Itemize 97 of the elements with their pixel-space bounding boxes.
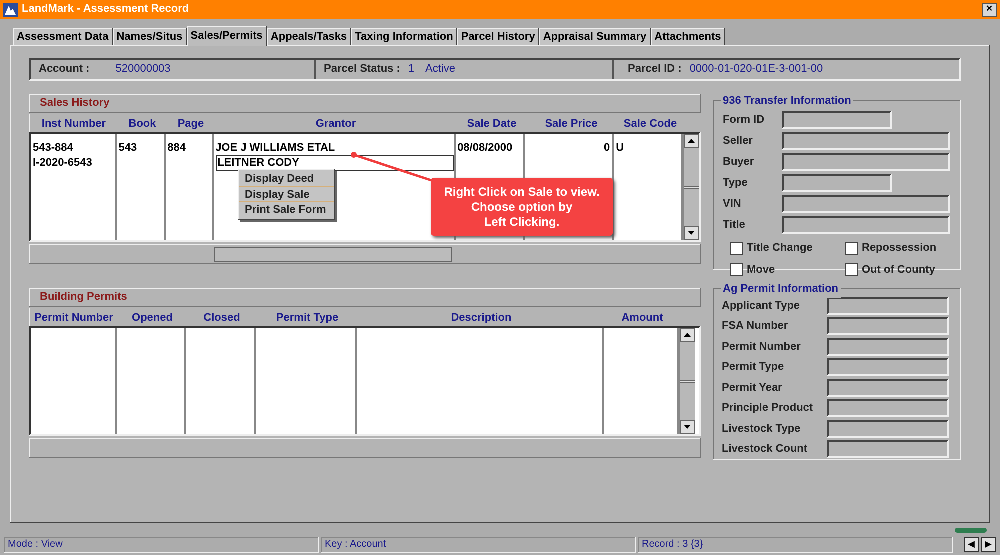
- table-cell: 543-884: [33, 141, 74, 155]
- field-label: VIN: [723, 196, 742, 212]
- field-label: Permit Number: [722, 340, 802, 354]
- scroll-down-icon[interactable]: [680, 420, 695, 434]
- input-field[interactable]: [827, 399, 949, 418]
- input-field[interactable]: [782, 153, 950, 171]
- status-text: Mode : View: [8, 538, 63, 552]
- input-field[interactable]: [827, 440, 949, 458]
- field-label: Applicant Type: [722, 298, 802, 314]
- menu-item[interactable]: Display Deed: [239, 171, 334, 186]
- column-header[interactable]: Inst Number: [42, 118, 106, 130]
- section-title: Sales History: [40, 96, 110, 112]
- field-label: Livestock Count: [722, 442, 809, 457]
- table-cell: I-2020-6543: [33, 156, 92, 170]
- scrollbar[interactable]: [683, 134, 699, 240]
- tab[interactable]: Names/Situs: [112, 28, 187, 45]
- checkbox[interactable]: [845, 242, 858, 255]
- field-label: Account :: [39, 62, 90, 78]
- field-label: Permit Year: [722, 380, 784, 396]
- scroll-up-icon[interactable]: [680, 328, 695, 342]
- column-header[interactable]: Amount: [622, 312, 664, 324]
- field-value: 1: [408, 62, 415, 78]
- input-field[interactable]: [782, 111, 892, 129]
- column-header[interactable]: Closed: [204, 312, 240, 324]
- scrollbar[interactable]: [679, 328, 695, 434]
- field-label: Livestock Type: [722, 422, 802, 436]
- callout-text: Left Clicking.: [484, 214, 560, 230]
- field-label: FSA Number: [722, 319, 790, 334]
- input-field[interactable]: [827, 420, 949, 438]
- tab[interactable]: Attachments: [650, 28, 726, 45]
- section-title: Building Permits: [40, 290, 128, 306]
- next-button[interactable]: ▶: [981, 537, 996, 552]
- callout-text: Choose option by: [471, 200, 573, 214]
- menu-item[interactable]: Display Sale: [239, 186, 334, 202]
- column-header[interactable]: Grantor: [316, 118, 356, 130]
- menu-item[interactable]: Print Sale Form: [239, 202, 334, 218]
- tab[interactable]: Assessment Data: [13, 28, 113, 45]
- tab[interactable]: Parcel History: [457, 28, 540, 45]
- column-header[interactable]: Sale Price: [545, 118, 598, 130]
- field-value: 520000003: [116, 62, 171, 78]
- input-field[interactable]: [782, 216, 950, 234]
- checkbox-label: Repossession: [862, 241, 937, 256]
- close-button[interactable]: ×: [982, 2, 997, 16]
- input-field[interactable]: [827, 378, 949, 397]
- app-logo-icon: [3, 2, 18, 16]
- table-cell: 884: [168, 141, 186, 155]
- group-title: Ag Permit Information: [721, 281, 841, 298]
- table-cell: JOE J WILLIAMS ETAL: [216, 141, 336, 155]
- checkbox[interactable]: [845, 263, 858, 276]
- table-cell: U: [616, 141, 624, 155]
- table-cell: 08/08/2000: [458, 141, 513, 155]
- table-cell: 0: [604, 141, 610, 155]
- column-header[interactable]: Permit Type: [276, 312, 339, 324]
- field-label: Principle Product: [722, 401, 814, 416]
- column-header[interactable]: Permit Number: [34, 312, 114, 324]
- status-text: Key : Account: [325, 538, 386, 552]
- field-value: 0000-01-020-01E-3-001-00: [690, 62, 824, 78]
- checkbox-label: Title Change: [747, 241, 813, 256]
- input-field[interactable]: [827, 338, 949, 356]
- column-header[interactable]: Sale Code: [624, 118, 678, 130]
- field-label: Type: [723, 176, 749, 191]
- previous-button[interactable]: ◀: [964, 537, 979, 552]
- progress-indicator: [955, 528, 987, 533]
- input-field[interactable]: [782, 195, 950, 213]
- tab[interactable]: Taxing Information: [351, 28, 458, 45]
- checkbox-label: Move: [747, 262, 776, 278]
- status-text: Record : 3 {3}: [642, 538, 704, 552]
- input-field[interactable]: [827, 296, 949, 315]
- checkbox-label: Out of County: [862, 262, 936, 278]
- field-label: Permit Type: [722, 360, 786, 375]
- column-header[interactable]: Description: [451, 312, 512, 324]
- table-cell: 543: [118, 141, 138, 155]
- input-field[interactable]: [782, 132, 950, 150]
- checkbox[interactable]: [730, 242, 743, 255]
- horizontal-scrollbar[interactable]: [214, 246, 452, 262]
- tab[interactable]: Appraisal Summary: [539, 28, 651, 45]
- checkbox[interactable]: [730, 263, 743, 276]
- field-label: Parcel ID :: [628, 62, 682, 78]
- tab[interactable]: Appeals/Tasks: [266, 28, 352, 45]
- window-title: LandMark - Assessment Record: [22, 2, 190, 18]
- callout-text: Right Click on Sale to view.: [444, 184, 600, 200]
- column-header[interactable]: Page: [178, 118, 204, 130]
- field-value: Active: [426, 62, 456, 78]
- field-label: Seller: [723, 134, 754, 149]
- input-field[interactable]: [827, 317, 949, 336]
- column-header[interactable]: Sale Date: [467, 118, 517, 130]
- tab[interactable]: Sales/Permits: [186, 26, 267, 46]
- column-header[interactable]: Opened: [132, 312, 173, 324]
- scroll-up-icon[interactable]: [684, 134, 699, 148]
- field-label: Title: [723, 218, 746, 233]
- field-label: Buyer: [723, 154, 756, 170]
- column-header[interactable]: Book: [128, 118, 156, 130]
- field-label: Parcel Status :: [324, 62, 400, 78]
- field-label: Form ID: [723, 112, 766, 128]
- scroll-down-icon[interactable]: [684, 226, 699, 240]
- input-field[interactable]: [782, 174, 892, 192]
- input-field[interactable]: [827, 358, 949, 376]
